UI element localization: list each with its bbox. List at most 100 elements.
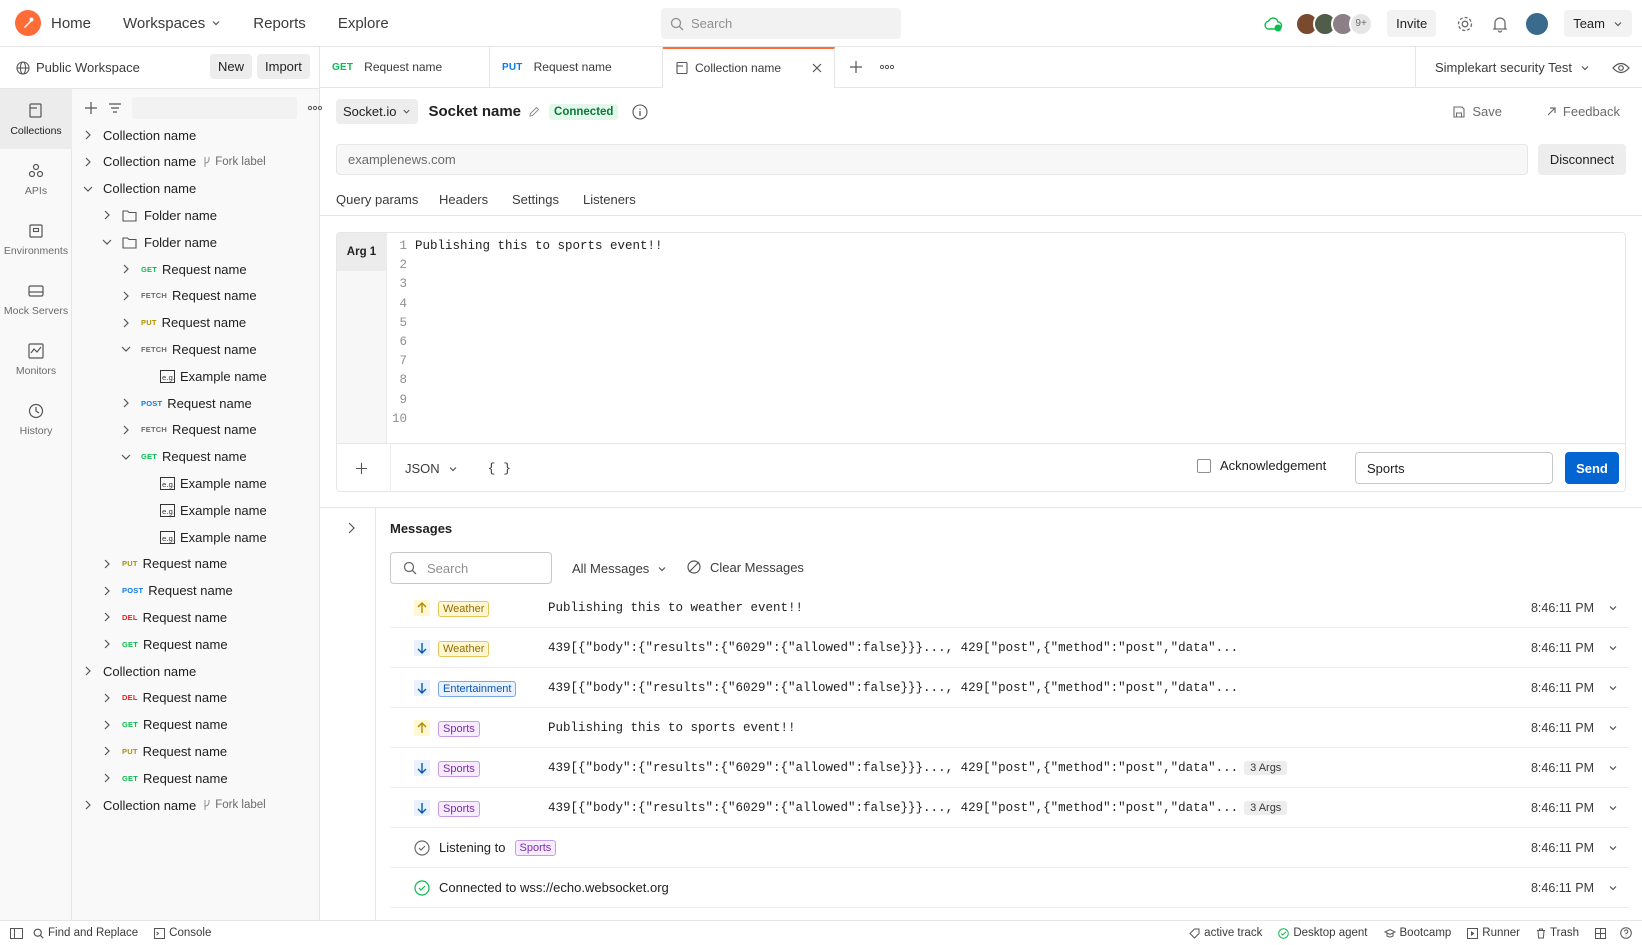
nav-home[interactable]: Home <box>51 15 91 32</box>
format-dropdown[interactable]: JSON <box>405 461 458 476</box>
messages-search-input[interactable]: Search <box>390 552 552 584</box>
chevron-right-icon[interactable] <box>101 772 113 784</box>
help-icon[interactable] <box>1620 927 1632 939</box>
request-item[interactable]: POST Request name <box>72 389 252 417</box>
request-item[interactable]: GET Request name <box>72 443 247 471</box>
active-track-button[interactable]: active track <box>1189 927 1262 939</box>
message-row[interactable]: Weather Publishing this to weather event!… <box>390 588 1630 628</box>
toggle-sidebar-icon[interactable] <box>10 927 23 939</box>
chevron-down-icon[interactable] <box>1608 763 1618 773</box>
chevron-right-icon[interactable] <box>120 397 132 409</box>
tab-listeners[interactable]: Listeners <box>583 192 636 207</box>
collection-item[interactable]: Collection name <box>72 175 196 203</box>
desktop-agent-button[interactable]: Desktop agent <box>1278 927 1368 939</box>
trash-button[interactable]: Trash <box>1536 927 1579 939</box>
clear-messages-button[interactable]: Clear Messages <box>686 559 804 575</box>
environment-selector[interactable]: Simplekart security Test <box>1414 47 1642 88</box>
chevron-down-icon[interactable] <box>1608 803 1618 813</box>
info-icon[interactable] <box>632 103 649 120</box>
chevron-right-icon[interactable] <box>101 638 113 650</box>
new-tab-icon[interactable] <box>849 60 863 74</box>
chevron-right-icon[interactable] <box>82 156 94 168</box>
request-item[interactable]: PUT Request name <box>72 737 227 765</box>
connected-row[interactable]: Connected to wss://echo.websocket.org 8:… <box>390 868 1630 908</box>
global-search[interactable]: Search <box>661 8 901 39</box>
settings-gear-icon[interactable] <box>1456 15 1474 33</box>
collection-item[interactable]: Collection name <box>72 121 196 149</box>
chevron-right-icon[interactable] <box>82 665 94 677</box>
chevron-down-icon[interactable] <box>120 343 132 355</box>
example-item[interactable]: e.g. Example name <box>72 496 267 524</box>
new-button[interactable]: New <box>210 54 253 79</box>
tab-settings[interactable]: Settings <box>512 192 559 207</box>
invite-button[interactable]: Invite <box>1387 10 1437 37</box>
collection-item[interactable]: Collection name Fork label <box>72 791 266 819</box>
chevron-right-icon[interactable] <box>82 129 94 141</box>
request-item[interactable]: DEL Request name <box>72 603 227 631</box>
sidebar-item-collections[interactable]: Collections <box>0 89 72 149</box>
expand-panel-chevron-icon[interactable] <box>346 521 356 535</box>
add-arg-icon[interactable] <box>355 462 368 475</box>
request-item[interactable]: FETCH Request name <box>72 282 257 310</box>
chevron-right-icon[interactable] <box>101 745 113 757</box>
team-menu[interactable]: Team <box>1564 10 1632 37</box>
chevron-right-icon[interactable] <box>120 317 132 329</box>
request-item[interactable]: GET Request name <box>72 711 228 739</box>
filter-icon[interactable] <box>108 101 122 115</box>
tab-query-params[interactable]: Query params <box>336 192 418 207</box>
chevron-right-icon[interactable] <box>82 799 94 811</box>
event-name-input[interactable]: Sports <box>1355 452 1553 484</box>
chevron-right-icon[interactable] <box>101 611 113 623</box>
example-item[interactable]: e.g. Example name <box>72 362 267 390</box>
add-icon[interactable] <box>84 101 98 115</box>
message-row[interactable]: Sports 439[{"body":{"results":{"6029":{"a… <box>390 748 1630 788</box>
console-button[interactable]: Console <box>154 927 211 939</box>
acknowledgement-checkbox[interactable] <box>1197 458 1211 473</box>
request-item[interactable]: POST Request name <box>72 577 233 605</box>
chevron-right-icon[interactable] <box>120 424 132 436</box>
sidebar-item-mock-servers[interactable]: Mock Servers <box>0 269 72 329</box>
tab-collection-active[interactable]: Collection name <box>663 46 835 88</box>
request-item[interactable]: GET Request name <box>72 630 228 658</box>
find-replace-button[interactable]: Find and Replace <box>33 927 138 939</box>
message-row[interactable]: Weather 439[{"body":{"results":{"6029":{"… <box>390 628 1630 668</box>
chevron-right-icon[interactable] <box>101 692 113 704</box>
chevron-right-icon[interactable] <box>101 585 113 597</box>
code-editor[interactable]: 1 Publishing this to sports event!! 2 3 4 5 6 7… <box>387 239 1617 439</box>
sidebar-item-history[interactable]: History <box>0 389 72 449</box>
more-options-icon[interactable] <box>307 105 323 111</box>
tab-request-get[interactable]: GET Request name <box>320 46 490 88</box>
tab-headers[interactable]: Headers <box>439 192 488 207</box>
chevron-down-icon[interactable] <box>1608 683 1618 693</box>
more-tabs-icon[interactable] <box>879 64 895 70</box>
sidebar-item-apis[interactable]: APIs <box>0 149 72 209</box>
cloud-sync-icon[interactable] <box>1263 16 1283 32</box>
request-item[interactable]: PUT Request name <box>72 309 246 337</box>
chevron-down-icon[interactable] <box>1608 723 1618 733</box>
listening-row[interactable]: Listening to Sports 8:46:11 PM <box>390 828 1630 868</box>
sidebar-item-environments[interactable]: Environments <box>0 209 72 269</box>
tree-search-input[interactable] <box>132 97 297 119</box>
folder-item[interactable]: Folder name <box>72 228 217 256</box>
example-item[interactable]: e.g. Example name <box>72 469 267 497</box>
message-row[interactable]: Sports 439[{"body":{"results":{"6029":{"a… <box>390 788 1630 828</box>
message-row[interactable]: Sports Publishing this to sports event!! 8… <box>390 708 1630 748</box>
nav-explore[interactable]: Explore <box>338 15 389 32</box>
nav-reports[interactable]: Reports <box>253 15 306 32</box>
chevron-right-icon[interactable] <box>101 209 113 221</box>
collection-item[interactable]: Collection name Fork label <box>72 148 266 176</box>
send-button[interactable]: Send <box>1565 452 1619 484</box>
arg-tab[interactable]: Arg 1 <box>337 233 386 271</box>
messages-filter-dropdown[interactable]: All Messages <box>572 561 667 576</box>
chevron-right-icon[interactable] <box>101 719 113 731</box>
import-button[interactable]: Import <box>257 54 310 79</box>
request-item[interactable]: FETCH Request name <box>72 335 257 363</box>
layout-icon[interactable] <box>1595 927 1606 939</box>
feedback-button[interactable]: Feedback <box>1546 104 1620 119</box>
request-item[interactable]: GET Request name <box>72 255 247 283</box>
request-item[interactable]: GET Request name <box>72 764 228 792</box>
folder-item[interactable]: Folder name <box>72 201 217 229</box>
url-input[interactable]: examplenews.com <box>336 144 1528 175</box>
bootcamp-button[interactable]: Bootcamp <box>1383 927 1451 939</box>
user-avatar[interactable] <box>1524 10 1551 37</box>
